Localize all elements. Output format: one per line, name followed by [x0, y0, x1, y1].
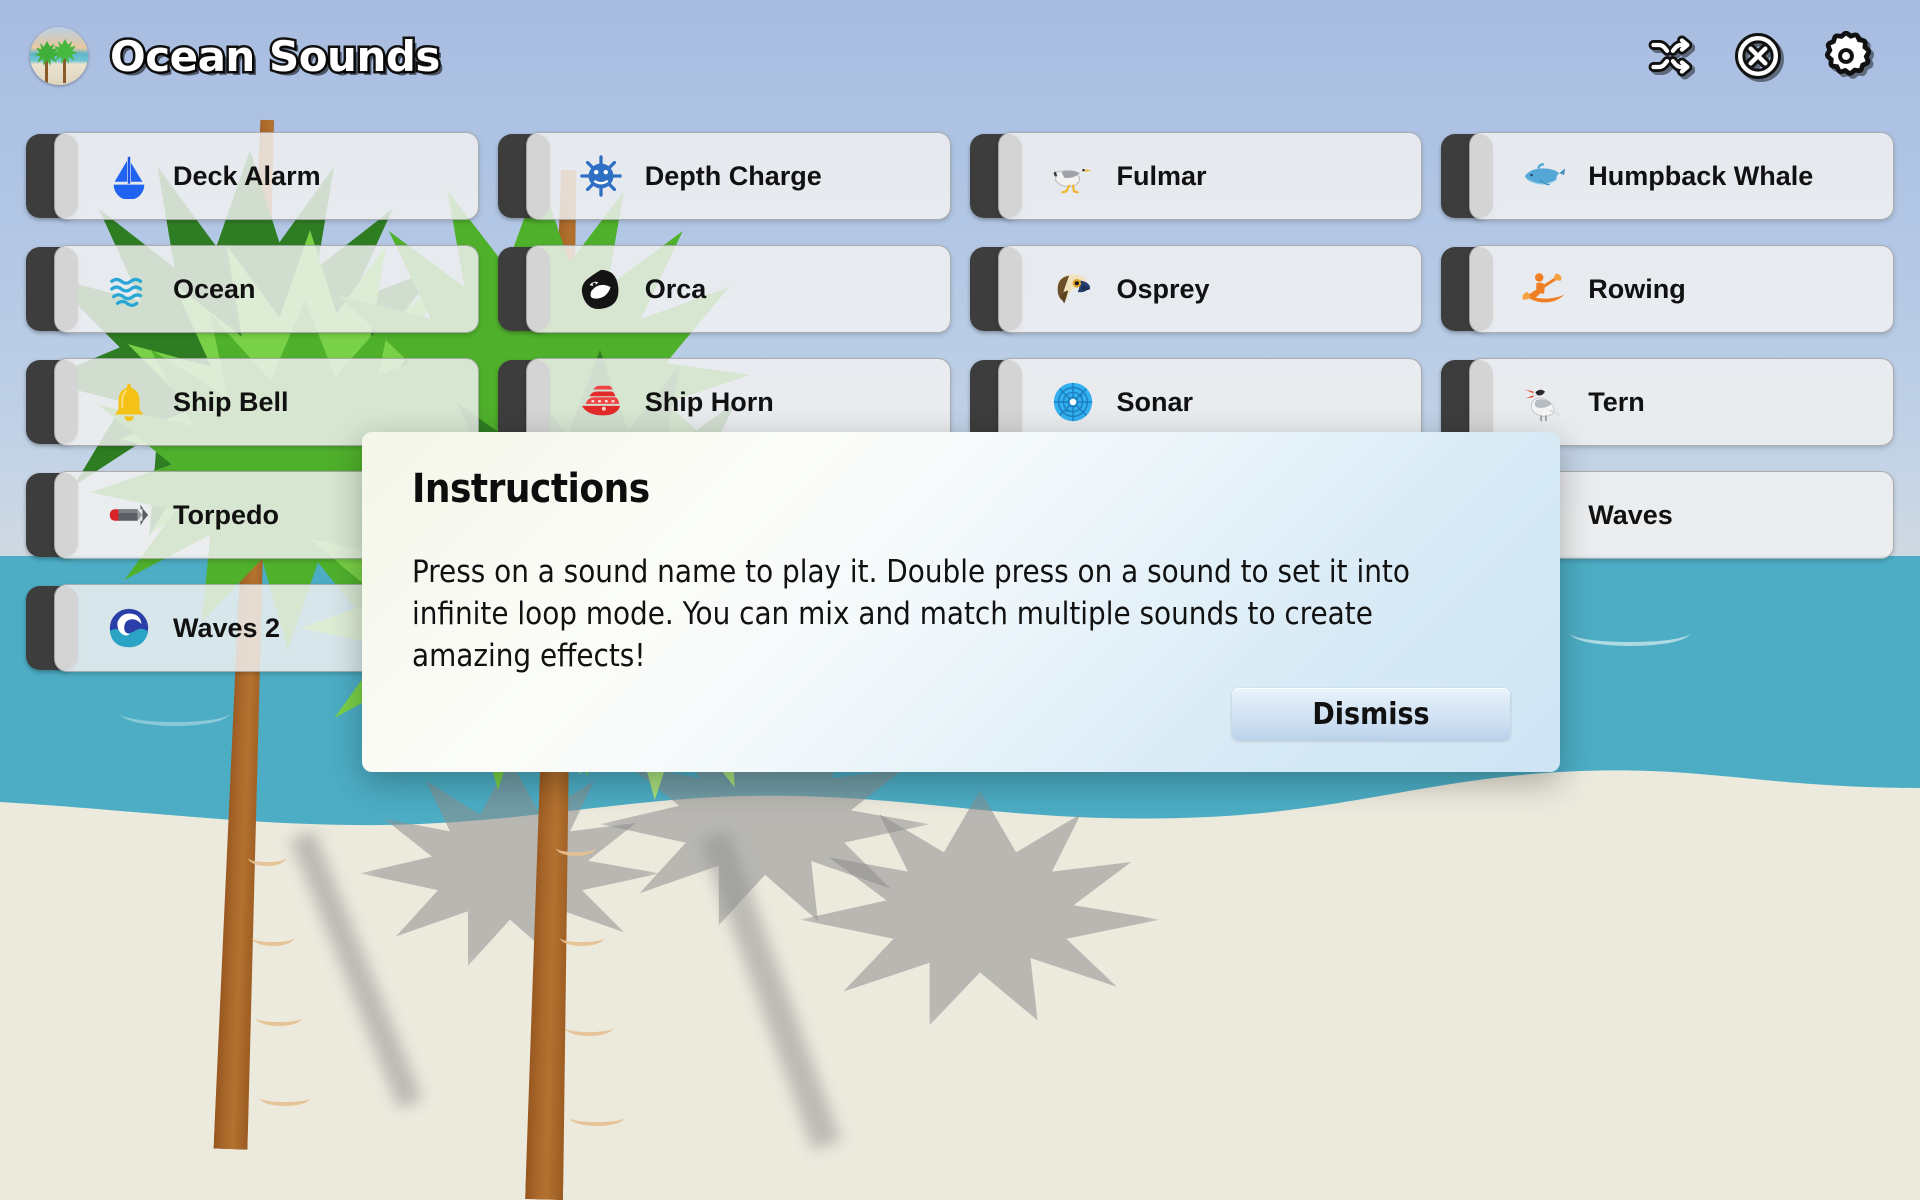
sound-label: Humpback Whale [1588, 160, 1814, 191]
sound-button-body: Fulmar [997, 132, 1423, 220]
trunk-ring [565, 1020, 613, 1036]
dialog-title: Instructions [412, 466, 650, 512]
sound-label: Depth Charge [644, 160, 822, 191]
sound-label: Fulmar [1116, 160, 1207, 191]
wave-line [120, 700, 230, 726]
shuffle-icon [1648, 34, 1692, 78]
ocean-sounds-app: Ocean Sounds Deck Alarm Depth Charge Ful… [0, 0, 1920, 1200]
dialog-body-text: Press on a sound name to play it. Double… [412, 554, 1410, 674]
sonar-radar-icon [1045, 379, 1101, 425]
sound-button-body: Ocean [54, 245, 479, 333]
sound-button-deck-alarm[interactable]: Deck Alarm [26, 132, 479, 220]
sound-button-orca[interactable]: Orca [497, 245, 951, 333]
sound-label: Ship Bell [173, 386, 289, 417]
sound-label: Tern [1588, 386, 1645, 417]
sound-label: Deck Alarm [173, 160, 321, 191]
trunk-ring [252, 930, 294, 946]
gear-icon [1821, 31, 1871, 81]
stop-all-button[interactable] [1732, 30, 1784, 82]
water-wave-icon [101, 266, 157, 312]
stop-circle-icon [1735, 33, 1781, 79]
sound-button-rowing[interactable]: Rowing [1441, 245, 1894, 333]
kayak-icon [1516, 266, 1572, 312]
sound-button-body: Rowing [1469, 245, 1894, 333]
trunk-ring [256, 1010, 302, 1026]
trunk-ring [556, 840, 596, 856]
sound-button-body: Orca [525, 245, 951, 333]
sound-button-osprey[interactable]: Osprey [969, 245, 1423, 333]
dismiss-button[interactable]: Dismiss [1232, 688, 1510, 740]
sound-button-fulmar[interactable]: Fulmar [969, 132, 1423, 220]
sound-label: Orca [644, 273, 707, 304]
sound-label: Ship Horn [644, 386, 774, 417]
sound-button-body: Humpback Whale [1469, 132, 1894, 220]
sound-label: Waves 2 [173, 612, 281, 643]
bell-icon [101, 379, 157, 425]
sound-label: Ocean [173, 273, 256, 304]
dialog-footer: Dismiss [1232, 688, 1510, 740]
sailboat-icon [101, 153, 157, 199]
naval-mine-icon [573, 153, 629, 199]
sound-button-body: Osprey [997, 245, 1423, 333]
settings-button[interactable] [1820, 30, 1872, 82]
trunk-ring [570, 1110, 624, 1126]
app-header: Ocean Sounds [0, 0, 1920, 112]
torpedo-icon [101, 492, 157, 538]
header-actions [1644, 30, 1890, 82]
sound-button-ocean[interactable]: Ocean [26, 245, 479, 333]
sound-button-body: Depth Charge [525, 132, 951, 220]
seagull-icon [1045, 153, 1101, 199]
cruise-ship-icon [573, 379, 629, 425]
sound-label: Rowing [1588, 273, 1686, 304]
raptor-head-icon [1045, 266, 1101, 312]
tern-bird-icon [1516, 379, 1572, 425]
instructions-dialog: Instructions Press on a sound name to pl… [362, 432, 1560, 772]
sound-button-depth-charge[interactable]: Depth Charge [497, 132, 951, 220]
sound-button-humpback-whale[interactable]: Humpback Whale [1441, 132, 1894, 220]
whale-icon [1516, 153, 1572, 199]
trunk-ring [260, 1090, 310, 1106]
sound-label: Waves [1588, 499, 1673, 530]
orca-icon [573, 266, 629, 312]
sound-label: Torpedo [173, 499, 279, 530]
sound-button-body: Deck Alarm [54, 132, 479, 220]
sound-label: Sonar [1116, 386, 1194, 417]
sound-label: Osprey [1116, 273, 1210, 304]
beach-palm-logo-icon [30, 27, 88, 85]
ocean-wave-icon [101, 605, 157, 651]
page-title: Ocean Sounds [108, 29, 443, 83]
trunk-ring [248, 850, 286, 866]
shuffle-button[interactable] [1644, 30, 1696, 82]
trunk-ring [560, 930, 604, 946]
